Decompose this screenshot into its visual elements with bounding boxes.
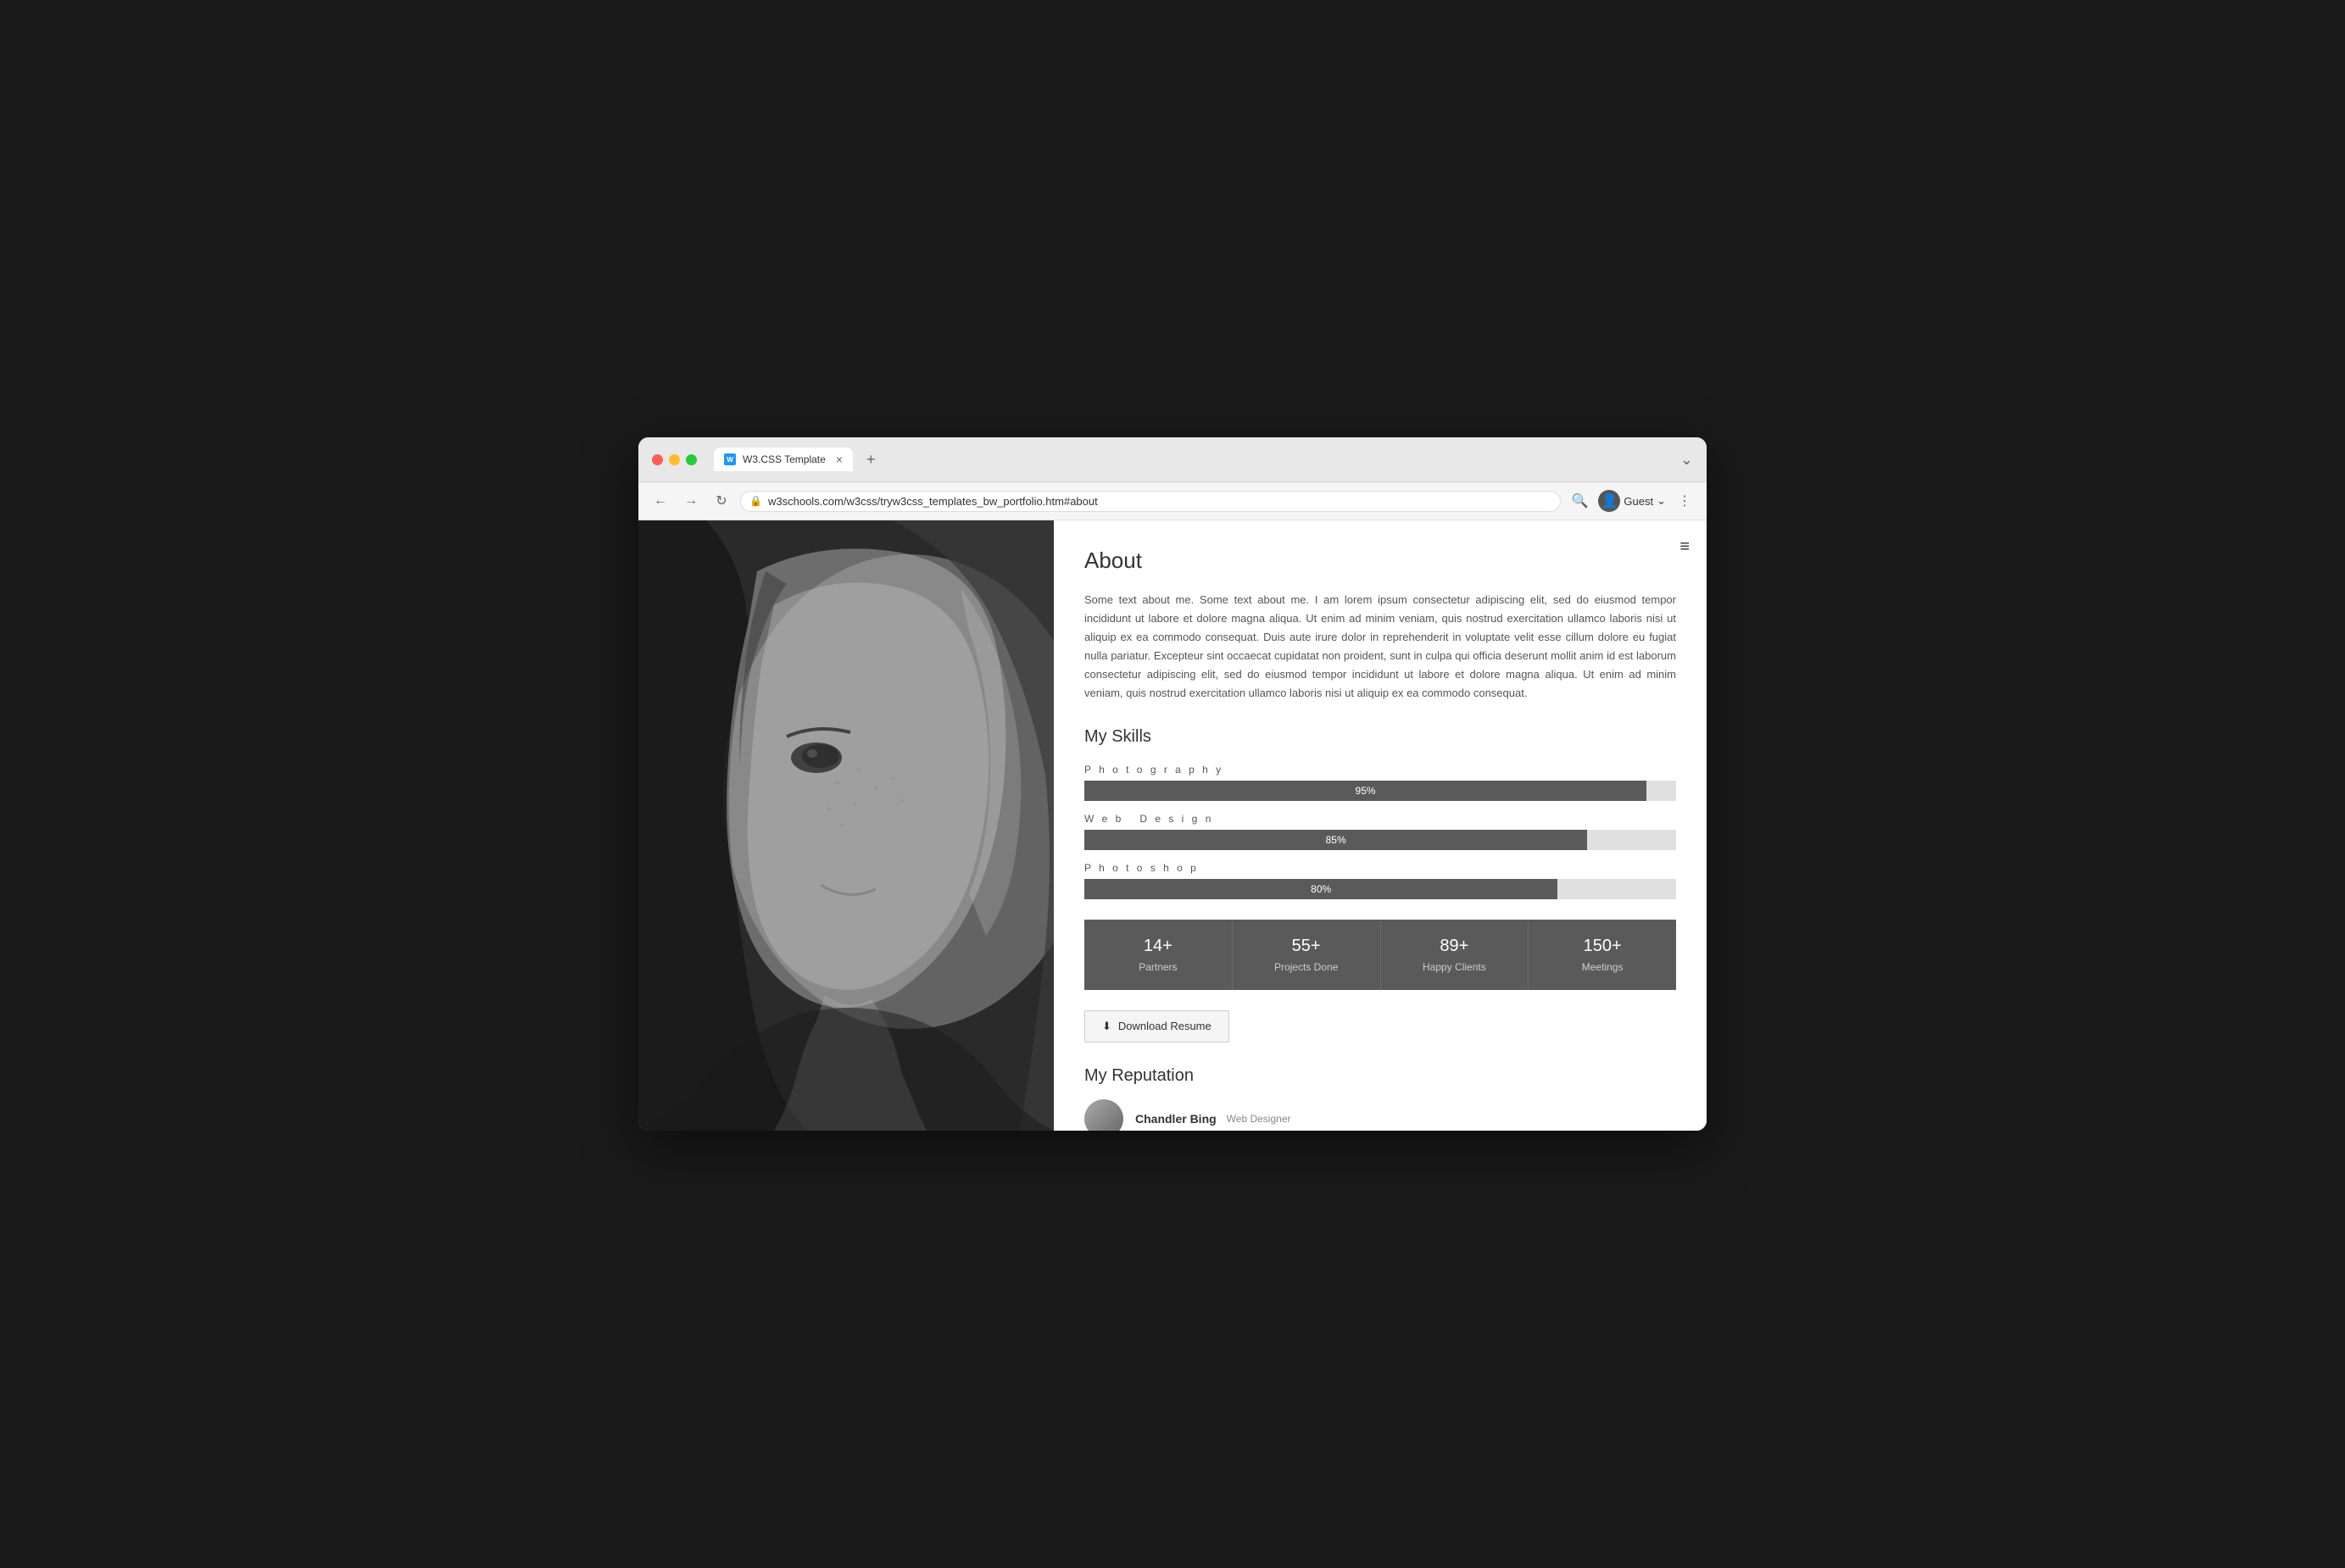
stat-number-clients: 89+ bbox=[1395, 937, 1515, 956]
url-text: w3schools.com/w3css/tryw3css_templates_b… bbox=[768, 495, 1098, 508]
user-menu-button[interactable]: 👤 Guest ⌄ bbox=[1598, 490, 1666, 512]
more-options-button[interactable]: ⋮ bbox=[1673, 489, 1696, 513]
search-button[interactable]: 🔍 bbox=[1568, 489, 1591, 513]
reputation-item: Chandler Bing Web Designer bbox=[1084, 1099, 1676, 1131]
stat-meetings: 150+ Meetings bbox=[1528, 920, 1676, 990]
stat-partners: 14+ Partners bbox=[1084, 920, 1232, 990]
menu-icon[interactable]: ≡ bbox=[1679, 537, 1690, 557]
traffic-lights bbox=[652, 454, 697, 465]
tab-close-button[interactable]: × bbox=[836, 453, 843, 466]
reputation-title: My Reputation bbox=[1084, 1066, 1676, 1086]
download-resume-button[interactable]: ⬇ Download Resume bbox=[1084, 1010, 1229, 1043]
stat-projects: 55+ Projects Done bbox=[1232, 920, 1380, 990]
about-title: About bbox=[1084, 548, 1676, 574]
lock-icon: 🔒 bbox=[749, 495, 762, 507]
stat-label-meetings: Meetings bbox=[1542, 961, 1663, 973]
skill-bar-fill-webdesign: 85% bbox=[1084, 830, 1587, 850]
browser-nav: ← → ↻ 🔒 w3schools.com/w3css/tryw3css_tem… bbox=[638, 482, 1707, 520]
stat-clients: 89+ Happy Clients bbox=[1380, 920, 1529, 990]
download-label: Download Resume bbox=[1118, 1020, 1211, 1032]
user-avatar: 👤 bbox=[1598, 490, 1620, 512]
nav-right: 🔍 👤 Guest ⌄ ⋮ bbox=[1568, 489, 1696, 513]
minimize-button[interactable] bbox=[669, 454, 680, 465]
tab-favicon: W bbox=[724, 453, 736, 465]
skill-bar-bg-photoshop: 80% bbox=[1084, 879, 1676, 899]
new-tab-button[interactable]: + bbox=[866, 451, 876, 469]
user-chevron-icon: ⌄ bbox=[1657, 494, 1666, 508]
stat-label-clients: Happy Clients bbox=[1395, 961, 1515, 973]
rep-avatar bbox=[1084, 1099, 1123, 1131]
skill-bar-bg-photography: 95% bbox=[1084, 781, 1676, 801]
portrait-image bbox=[638, 520, 1054, 1131]
skill-item-photography: P h o t o g r a p h y 95% bbox=[1084, 764, 1676, 801]
skills-title: My Skills bbox=[1084, 727, 1676, 747]
sidebar-image bbox=[638, 520, 1054, 1131]
stat-label-projects: Projects Done bbox=[1246, 961, 1367, 973]
main-content: ≡ About Some text about me. Some text ab… bbox=[1054, 520, 1707, 1131]
about-body: Some text about me. Some text about me. … bbox=[1084, 591, 1676, 703]
skill-bar-bg-webdesign: 85% bbox=[1084, 830, 1676, 850]
tab-title: W3.CSS Template bbox=[743, 453, 826, 465]
back-button[interactable]: ← bbox=[649, 489, 672, 513]
forward-button[interactable]: → bbox=[679, 489, 703, 513]
skill-item-webdesign: W e b D e s i g n 85% bbox=[1084, 813, 1676, 850]
skill-label-webdesign: W e b D e s i g n bbox=[1084, 813, 1676, 825]
maximize-button[interactable] bbox=[686, 454, 697, 465]
stat-number-partners: 14+ bbox=[1098, 937, 1218, 956]
page-content: ≡ About Some text about me. Some text ab… bbox=[638, 520, 1707, 1131]
user-label: Guest bbox=[1624, 495, 1653, 508]
close-button[interactable] bbox=[652, 454, 663, 465]
skill-bar-fill-photography: 95% bbox=[1084, 781, 1646, 801]
reload-button[interactable]: ↻ bbox=[710, 489, 733, 513]
window-menu-button[interactable]: ⌄ bbox=[1680, 451, 1693, 469]
rep-name: Chandler Bing bbox=[1135, 1112, 1217, 1126]
stat-number-projects: 55+ bbox=[1246, 937, 1367, 956]
rep-role: Web Designer bbox=[1227, 1113, 1291, 1125]
stats-bar: 14+ Partners 55+ Projects Done 89+ Happy… bbox=[1084, 920, 1676, 990]
stat-number-meetings: 150+ bbox=[1542, 937, 1663, 956]
skill-percent-photography: 95% bbox=[1356, 785, 1376, 797]
address-bar[interactable]: 🔒 w3schools.com/w3css/tryw3css_templates… bbox=[740, 491, 1561, 512]
skill-percent-photoshop: 80% bbox=[1311, 883, 1331, 895]
download-icon: ⬇ bbox=[1102, 1020, 1111, 1033]
skill-percent-webdesign: 85% bbox=[1326, 834, 1346, 846]
skill-label-photography: P h o t o g r a p h y bbox=[1084, 764, 1676, 776]
skill-label-photoshop: P h o t o s h o p bbox=[1084, 862, 1676, 874]
rep-info: Chandler Bing Web Designer bbox=[1135, 1112, 1291, 1126]
browser-tab[interactable]: W W3.CSS Template × bbox=[714, 448, 853, 471]
skill-bar-fill-photoshop: 80% bbox=[1084, 879, 1557, 899]
browser-window: W W3.CSS Template × + ⌄ ← → ↻ 🔒 w3school… bbox=[638, 437, 1707, 1131]
browser-titlebar: W W3.CSS Template × + ⌄ bbox=[638, 437, 1707, 482]
skill-item-photoshop: P h o t o s h o p 80% bbox=[1084, 862, 1676, 899]
stat-label-partners: Partners bbox=[1098, 961, 1218, 973]
